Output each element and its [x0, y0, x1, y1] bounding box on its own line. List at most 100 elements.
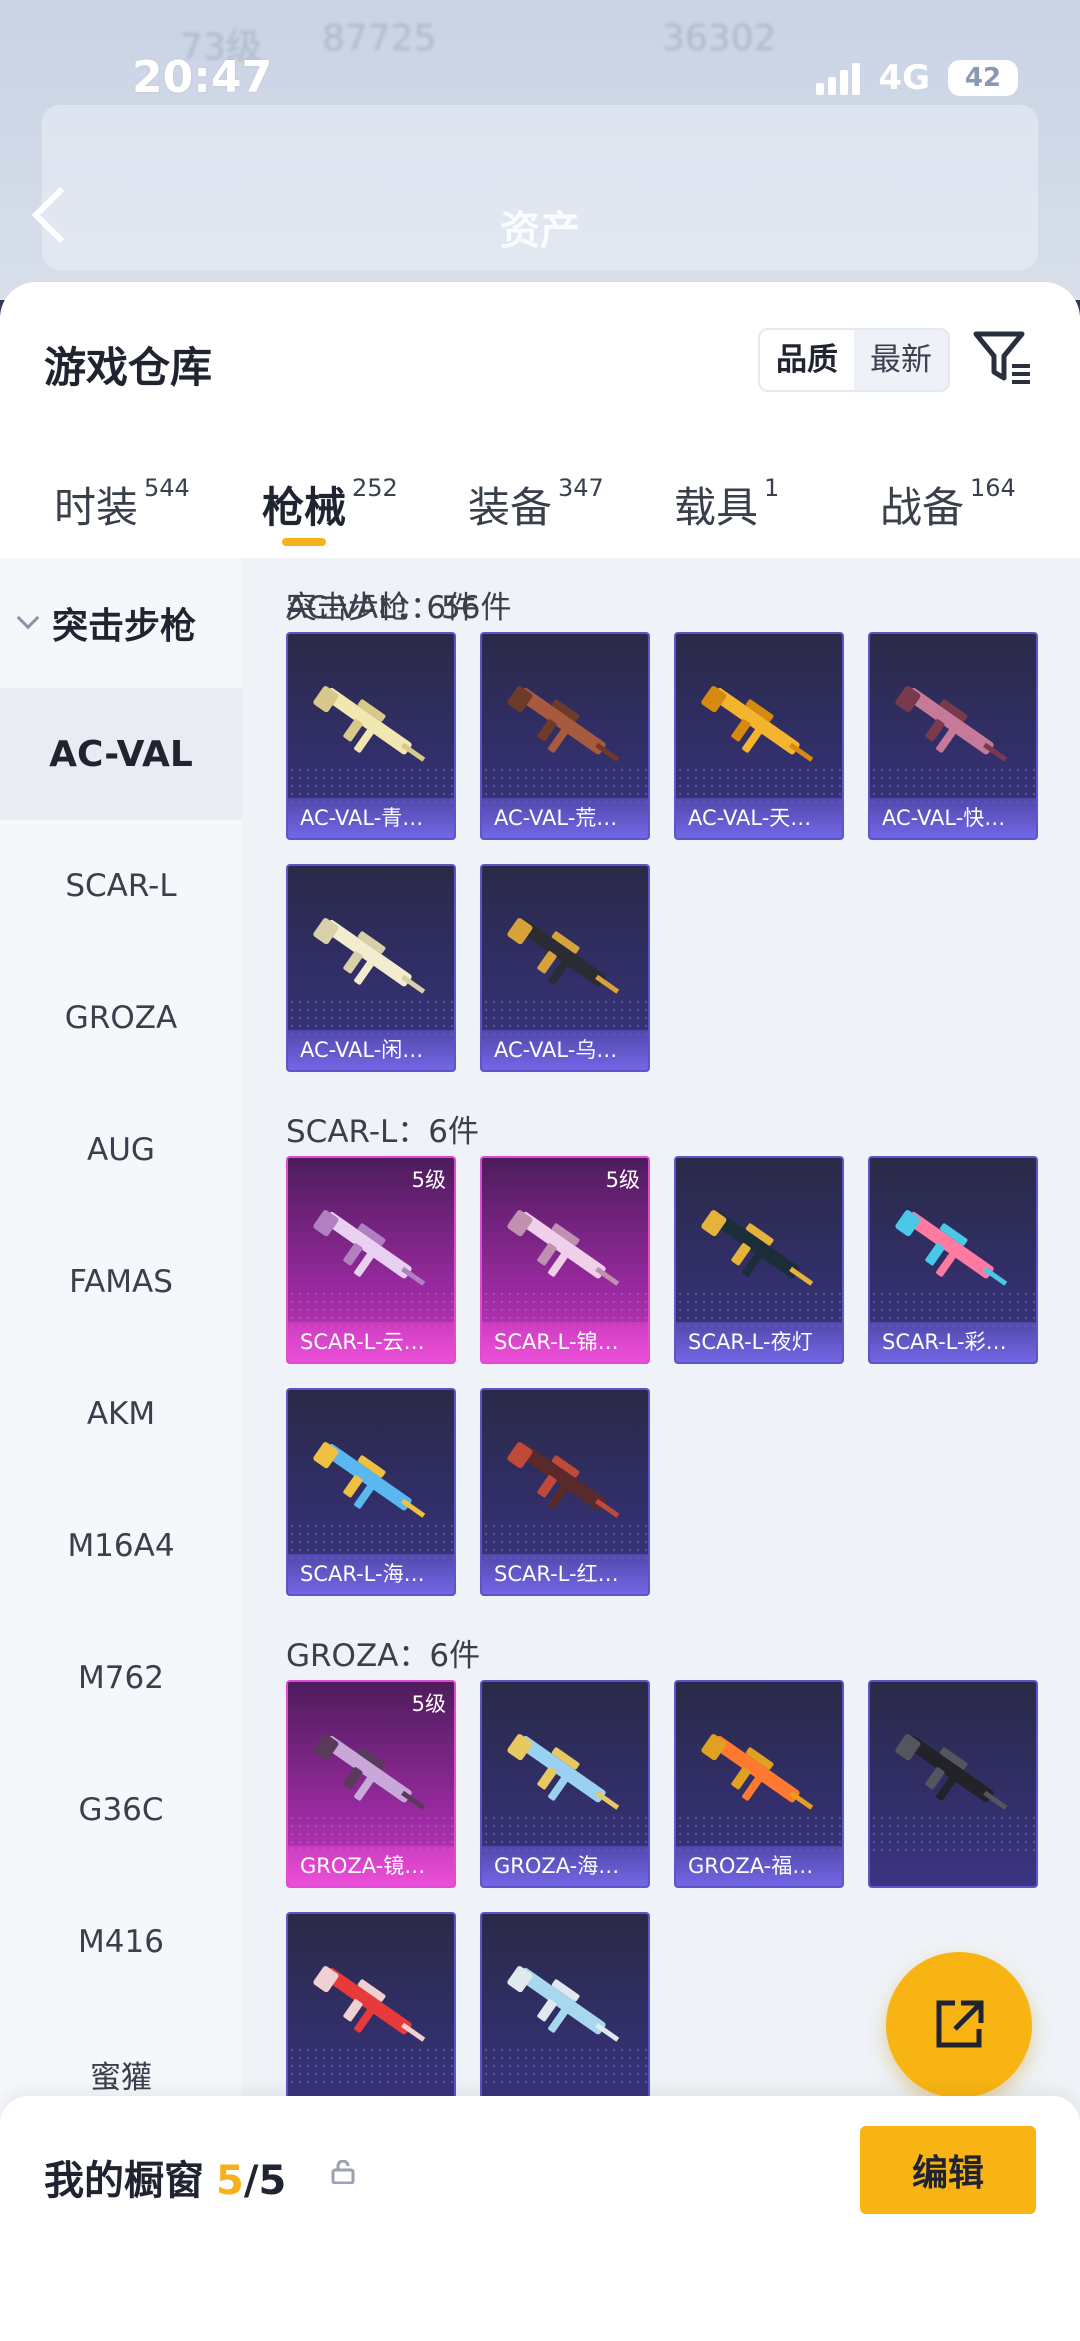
item-name: GROZA-福…	[676, 1846, 842, 1886]
rifle-icon	[701, 1210, 814, 1286]
tab-firearms[interactable]: 枪械 252	[262, 474, 398, 535]
item-card[interactable]	[868, 1680, 1038, 1888]
item-card[interactable]: AC-VAL-闲…	[286, 864, 456, 1072]
warehouse-sheet: 游戏仓库 品质 最新 时装 544 枪械 252 装备 347 载具 1 战备 …	[0, 282, 1080, 2341]
item-name: AC-VAL-天…	[676, 798, 842, 838]
active-tab-indicator	[282, 538, 326, 546]
item-card[interactable]: 5级 SCAR-L-云…	[286, 1156, 456, 1364]
status-time: 20:47	[132, 52, 273, 103]
sidebar-item[interactable]: GROZA	[0, 952, 242, 1084]
tab-fashion[interactable]: 时装 544	[54, 474, 190, 535]
group-title: SCAR-L：6件	[286, 1114, 479, 1150]
sidebar-item[interactable]: M16A4	[0, 1480, 242, 1612]
tab-count: 252	[352, 474, 398, 502]
item-card[interactable]: AC-VAL-乌…	[480, 864, 650, 1072]
sidebar-item[interactable]: AKM	[0, 1348, 242, 1480]
rifle-icon	[507, 1210, 620, 1286]
share-button[interactable]	[886, 1952, 1032, 2098]
tier-badge: 5级	[411, 1692, 446, 1716]
item-card[interactable]: 5级 GROZA-镜…	[286, 1680, 456, 1888]
rifle-icon	[313, 686, 426, 762]
item-name: AC-VAL-快…	[870, 798, 1036, 838]
sidebar-item[interactable]: SCAR-L	[0, 820, 242, 952]
item-card[interactable]	[286, 1912, 456, 2120]
ghost-points: 36302	[662, 18, 777, 59]
sidebar-item[interactable]: G36C	[0, 1744, 242, 1876]
rifle-icon	[701, 686, 814, 762]
tab-label: 载具	[674, 483, 759, 532]
tab-vehicles[interactable]: 载具 1	[674, 474, 779, 535]
rifle-icon	[895, 686, 1008, 762]
rifle-icon	[313, 1442, 426, 1518]
item-card[interactable]: GROZA-海…	[480, 1680, 650, 1888]
item-name: SCAR-L-红…	[482, 1554, 648, 1594]
tab-count: 347	[558, 474, 604, 502]
sheet-title: 游戏仓库	[44, 343, 213, 392]
sort-quality-button[interactable]: 品质	[760, 330, 854, 390]
rifle-icon	[313, 1734, 426, 1810]
sidebar-item[interactable]: M762	[0, 1612, 242, 1744]
item-name: SCAR-L-彩…	[870, 1322, 1036, 1362]
showcase-title: 我的橱窗	[44, 2158, 204, 2204]
item-card[interactable]: 5级 SCAR-L-锦…	[480, 1156, 650, 1364]
item-card[interactable]: SCAR-L-红…	[480, 1388, 650, 1596]
tab-equipment[interactable]: 装备 347	[468, 474, 604, 535]
sidebar-group-label: 突击步枪	[52, 606, 197, 647]
rifle-icon	[507, 686, 620, 762]
signal-icon	[816, 61, 861, 95]
item-name: SCAR-L-海…	[288, 1554, 454, 1594]
tab-count: 1	[764, 474, 780, 502]
item-card[interactable]	[480, 1912, 650, 2120]
item-card[interactable]: SCAR-L-彩…	[868, 1156, 1038, 1364]
group-title: AC-VAL：6件	[286, 590, 478, 626]
rifle-icon	[507, 1734, 620, 1810]
rifle-icon	[507, 1442, 620, 1518]
filter-icon[interactable]	[972, 328, 1034, 390]
item-card[interactable]: GROZA-福…	[674, 1680, 844, 1888]
sort-toggle[interactable]: 品质 最新	[758, 328, 950, 392]
category-tabs: 时装 544 枪械 252 装备 347 载具 1 战备 164	[0, 462, 1080, 552]
sidebar-item[interactable]: AUG	[0, 1084, 242, 1216]
item-name: AC-VAL-荒…	[482, 798, 648, 838]
tab-label: 枪械	[262, 483, 347, 532]
sort-newest-button[interactable]: 最新	[854, 330, 948, 390]
sidebar-group-assault-rifle[interactable]: 突击步枪	[0, 558, 242, 688]
rifle-icon	[313, 1210, 426, 1286]
item-card[interactable]: AC-VAL-青…	[286, 632, 456, 840]
item-name: AC-VAL-闲…	[288, 1030, 454, 1070]
showcase-count: 5/5	[216, 2158, 286, 2204]
tab-label: 时装	[54, 483, 139, 532]
item-card[interactable]: AC-VAL-天…	[674, 632, 844, 840]
group-title: GROZA：6件	[286, 1638, 481, 1674]
item-card[interactable]: SCAR-L-海…	[286, 1388, 456, 1596]
sidebar-item[interactable]: FAMAS	[0, 1216, 242, 1348]
tab-count: 544	[144, 474, 190, 502]
tier-badge: 5级	[411, 1168, 446, 1192]
showcase-current: 5	[216, 2158, 244, 2204]
rifle-icon	[313, 918, 426, 994]
tier-badge: 5级	[605, 1168, 640, 1192]
item-name: SCAR-L-锦…	[482, 1322, 648, 1362]
share-icon	[936, 2000, 984, 2048]
rifle-icon	[895, 1734, 1008, 1810]
tab-combat-gear[interactable]: 战备 164	[880, 474, 1016, 535]
battery-icon: 42	[948, 60, 1018, 96]
rifle-icon	[507, 1966, 620, 2042]
showcase-title-row: 我的橱窗 5/5	[44, 2148, 286, 2206]
rifle-icon	[313, 1966, 426, 2042]
item-name: AC-VAL-青…	[288, 798, 454, 838]
item-card[interactable]: AC-VAL-快…	[868, 632, 1038, 840]
sidebar-item[interactable]: AC-VAL	[0, 688, 242, 820]
rifle-icon	[895, 1210, 1008, 1286]
screen: 73级 87725 36302 20:47 4G 42 资产 游戏仓库 品质 最…	[0, 0, 1080, 2341]
edit-button[interactable]: 编辑	[860, 2126, 1036, 2214]
item-card[interactable]: SCAR-L-夜灯	[674, 1156, 844, 1364]
ghost-coins: 87725	[322, 18, 437, 59]
tab-label: 装备	[468, 483, 553, 532]
item-name: SCAR-L-夜灯	[676, 1322, 842, 1362]
sidebar-item[interactable]: M416	[0, 1876, 242, 2008]
item-name: AC-VAL-乌…	[482, 1030, 648, 1070]
item-name: GROZA-海…	[482, 1846, 648, 1886]
rifle-icon	[507, 918, 620, 994]
item-card[interactable]: AC-VAL-荒…	[480, 632, 650, 840]
